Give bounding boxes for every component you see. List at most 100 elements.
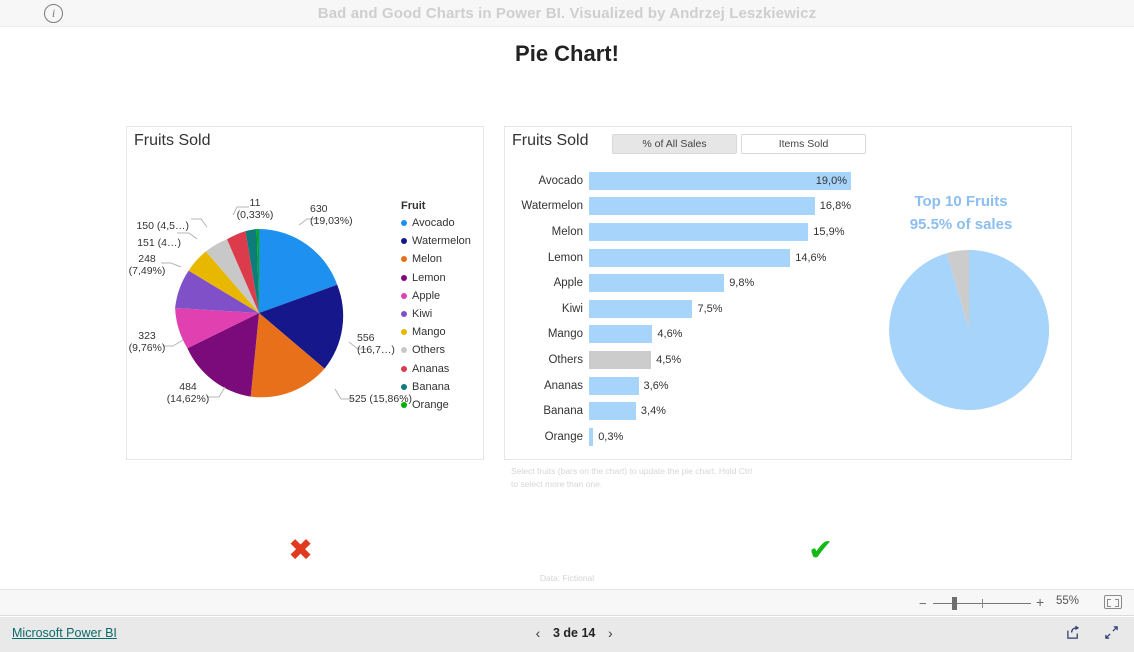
legend-item-kiwi[interactable]: Kiwi xyxy=(401,305,485,323)
previous-page-button[interactable]: ‹ xyxy=(527,625,549,641)
bad-chart-x-icon: ✖ xyxy=(288,534,314,567)
legend-item-others[interactable]: Others xyxy=(401,341,485,359)
share-icon-svg xyxy=(1067,625,1080,639)
legend-label-lemon: Lemon xyxy=(412,271,446,284)
legend-item-mango[interactable]: Mango xyxy=(401,323,485,341)
callout-line-1: Top 10 Fruits xyxy=(914,193,1008,210)
top-fruits-callout: Top 10 Fruits 95.5% of sales xyxy=(855,191,1067,236)
bar-chart-title: Fruits Sold xyxy=(512,132,589,149)
pie-label-orange: 11 (0,33%) xyxy=(235,197,275,221)
legend-item-avocado[interactable]: Avocado xyxy=(401,214,485,232)
pie-label-watermelon: 556 (16,7…) xyxy=(357,332,395,356)
legend-dot-banana xyxy=(401,383,407,390)
bar-track-banana: 3,4% xyxy=(589,398,851,424)
legend-item-banana[interactable]: Banana xyxy=(401,378,485,396)
fullscreen-icon-svg xyxy=(1105,626,1118,639)
pie-label-kiwi-value: 248 xyxy=(138,253,156,265)
bar-fill-melon[interactable] xyxy=(589,222,809,241)
legend-label-orange: Orange xyxy=(412,398,449,411)
legend-label-apple: Apple xyxy=(412,289,441,302)
bar-label-banana: Banana xyxy=(543,405,583,418)
bar-row-avocado[interactable]: Avocado 19,0% xyxy=(511,168,851,194)
mini-pie-slice-top10[interactable] xyxy=(889,249,1050,410)
bar-fill-banana[interactable] xyxy=(589,402,636,421)
pie-label-avocado-pct: (19,03%) xyxy=(310,215,353,228)
bar-fill-watermelon[interactable] xyxy=(589,197,815,216)
bar-fill-lemon[interactable] xyxy=(589,248,791,267)
bar-row-banana[interactable]: Banana 3,4% xyxy=(511,398,851,424)
legend-item-apple[interactable]: Apple xyxy=(401,287,485,305)
pie-label-watermelon-value: 556 xyxy=(357,332,375,344)
bad-pie-chart-card: Fruits Sold 630 (19,03%) 556 (16,7…) 525… xyxy=(126,126,484,460)
report-footer: Microsoft Power BI ‹ 3 de 14 › xyxy=(0,617,1134,652)
bar-fill-ananas[interactable] xyxy=(589,376,639,395)
bar-label-others: Others xyxy=(548,353,583,366)
pie-chart-visual[interactable] xyxy=(173,227,345,399)
share-icon[interactable] xyxy=(1066,625,1081,643)
pie-svg xyxy=(175,228,344,398)
bar-label-melon: Melon xyxy=(551,225,583,238)
bar-value-banana: 3,4% xyxy=(640,405,666,418)
bar-label-apple: Apple xyxy=(553,277,583,290)
report-banner: Bad and Good Charts in Power BI. Visuali… xyxy=(0,0,1134,27)
bar-row-mango[interactable]: Mango 4,6% xyxy=(511,322,851,348)
bar-row-kiwi[interactable]: Kiwi 7,5% xyxy=(511,296,851,322)
bar-row-ananas[interactable]: Ananas 3,6% xyxy=(511,373,851,399)
fullscreen-icon[interactable] xyxy=(1104,625,1119,643)
bar-row-apple[interactable]: Apple 9,8% xyxy=(511,270,851,296)
bar-row-watermelon[interactable]: Watermelon 16,8% xyxy=(511,194,851,220)
legend-dot-lemon xyxy=(401,274,407,281)
bar-row-lemon[interactable]: Lemon 14,6% xyxy=(511,245,851,271)
next-page-button[interactable]: › xyxy=(599,625,621,641)
bar-track-lemon: 14,6% xyxy=(589,245,851,271)
callout-line-2: 95.5% of sales xyxy=(909,215,1013,233)
fit-to-page-icon[interactable] xyxy=(1104,595,1122,609)
bar-fill-kiwi[interactable] xyxy=(589,299,693,318)
toggle-items-sold[interactable]: Items Sold xyxy=(741,134,866,154)
legend-item-watermelon[interactable]: Watermelon xyxy=(401,232,485,250)
bar-row-melon[interactable]: Melon 15,9% xyxy=(511,219,851,245)
pie-label-lemon-pct: (14,62%) xyxy=(166,393,210,406)
zoom-out-button[interactable]: − xyxy=(919,596,927,611)
bar-chart-visual[interactable]: Avocado 19,0% Watermelon 16,8% Melon 15,… xyxy=(511,168,851,450)
bar-value-watermelon: 16,8% xyxy=(819,200,851,213)
legend-dot-avocado xyxy=(401,220,407,227)
good-chart-check-icon: ✔ xyxy=(808,534,834,567)
bar-track-apple: 9,8% xyxy=(589,270,851,296)
bar-fill-others[interactable] xyxy=(589,350,652,369)
legend-label-kiwi: Kiwi xyxy=(412,308,433,321)
data-source-note: Data: Fictional xyxy=(539,573,595,583)
legend-label-ananas: Ananas xyxy=(412,362,450,375)
legend-dot-mango xyxy=(401,329,407,336)
bar-fill-apple[interactable] xyxy=(589,274,725,293)
info-icon[interactable]: i xyxy=(44,4,63,23)
legend-item-melon[interactable]: Melon xyxy=(401,250,485,268)
pie-label-avocado: 630 (19,03%) xyxy=(310,203,353,227)
bar-row-orange[interactable]: Orange 0,3% xyxy=(511,424,851,450)
bar-fill-mango[interactable] xyxy=(589,325,653,344)
bar-label-mango: Mango xyxy=(547,328,583,341)
legend-dot-others xyxy=(401,347,407,354)
bar-fill-avocado[interactable] xyxy=(589,171,851,190)
zoom-toolbar: − + 55% xyxy=(0,589,1134,616)
pie-label-orange-pct: (0,33%) xyxy=(236,209,274,222)
legend-item-orange[interactable]: Orange xyxy=(401,396,485,414)
legend-item-lemon[interactable]: Lemon xyxy=(401,269,485,287)
bar-fill-orange[interactable] xyxy=(589,427,594,446)
pie-legend-title: Fruit xyxy=(401,200,426,212)
zoom-slider-tick xyxy=(982,599,983,608)
legend-dot-kiwi xyxy=(401,311,407,318)
legend-item-ananas[interactable]: Ananas xyxy=(401,360,485,378)
toggle-percent-of-all-sales[interactable]: % of All Sales xyxy=(612,134,737,154)
bar-track-kiwi: 7,5% xyxy=(589,296,851,322)
legend-dot-melon xyxy=(401,256,407,263)
bar-track-mango: 4,6% xyxy=(589,322,851,348)
zoom-in-button[interactable]: + xyxy=(1036,594,1044,610)
zoom-slider-handle[interactable] xyxy=(952,597,957,610)
legend-label-mango: Mango xyxy=(412,326,446,339)
bar-row-others[interactable]: Others 4,5% xyxy=(511,347,851,373)
mini-pie-chart-visual[interactable] xyxy=(889,249,1050,415)
power-bi-brand-link[interactable]: Microsoft Power BI xyxy=(12,626,117,640)
bar-label-watermelon: Watermelon xyxy=(521,200,583,213)
page-title: Pie Chart! xyxy=(515,41,619,66)
